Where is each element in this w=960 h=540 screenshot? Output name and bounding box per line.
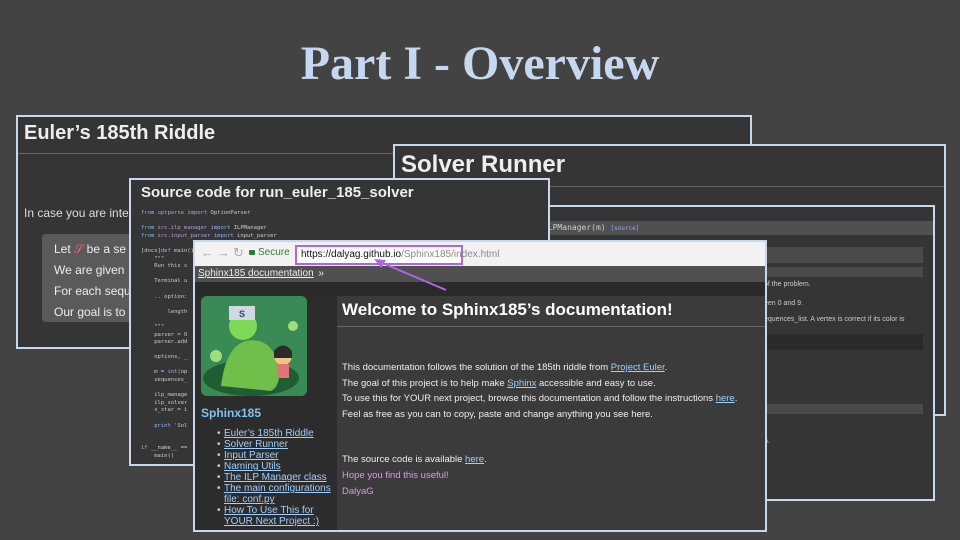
hope-text: Hope you find this useful! <box>342 470 449 481</box>
toc-item[interactable]: How To Use This for YOUR Next Project :) <box>217 505 335 527</box>
divider <box>337 326 765 327</box>
source-link[interactable]: [source] <box>610 225 639 232</box>
euler-window-title: Euler’s 185th Riddle <box>24 122 216 144</box>
header-strip <box>195 282 765 296</box>
runner-window-title: Solver Runner <box>401 151 566 178</box>
toc-item[interactable]: The main configurations file: conf.py <box>217 483 335 505</box>
code-line: from optparse import OptionParser <box>141 210 251 216</box>
source-window-title: Source code for run_euler_185_solver <box>141 184 414 201</box>
sidebar: S Sphinx185 Euler’s 185th Riddle Solver … <box>195 296 337 530</box>
doc-heading: Welcome to Sphinx185’s documentation! <box>342 300 673 319</box>
browser-window: ← → ↻ Secure https://dalyag.github.io/Sp… <box>193 240 767 532</box>
box-line: Let 𝒮 be a se <box>54 242 127 256</box>
toc-item[interactable]: Naming Utils <box>217 461 335 472</box>
toc-list: Euler’s 185th Riddle Solver Runner Input… <box>217 428 335 527</box>
ilp-text: equences_list. A vertex is correct if it… <box>764 316 905 323</box>
doc-paragraph: The source code is available here. <box>342 454 487 465</box>
toc-item[interactable]: Euler’s 185th Riddle <box>217 428 335 439</box>
slide-title: Part I - Overview <box>300 37 660 90</box>
doc-paragraph: To use this for YOUR next project, brows… <box>342 393 738 404</box>
forward-icon[interactable]: → <box>217 245 230 260</box>
browser-toolbar: ← → ↻ Secure https://dalyag.github.io/Sp… <box>195 242 765 266</box>
svg-text:S: S <box>239 309 245 319</box>
toc-item[interactable]: Solver Runner <box>217 439 335 450</box>
intro-text: In case you are inter <box>24 206 133 220</box>
box-line: We are given <box>54 263 125 277</box>
breadcrumb: Sphinx185 documentation » <box>195 266 765 282</box>
doc-paragraph: Feel as free as you can to copy, paste a… <box>342 409 653 420</box>
project-euler-link[interactable]: Project Euler <box>611 362 665 373</box>
breadcrumb-separator: » <box>318 268 324 279</box>
box-line: For each seque <box>54 284 138 298</box>
back-icon[interactable]: ← <box>201 245 214 260</box>
sphinx-link[interactable]: Sphinx <box>507 378 536 389</box>
ilp-text: een 0 and 9. <box>764 300 803 307</box>
reload-icon[interactable]: ↻ <box>233 245 244 261</box>
secure-indicator[interactable]: Secure <box>249 247 290 258</box>
author-text: DalyaG <box>342 486 374 497</box>
toc-item[interactable]: The ILP Manager class <box>217 472 335 483</box>
source-code-link[interactable]: here <box>465 454 484 465</box>
box-line: Our goal is to c <box>54 305 135 319</box>
doc-paragraph: The goal of this project is to help make… <box>342 378 656 389</box>
doc-content: Welcome to Sphinx185’s documentation! Th… <box>337 296 765 530</box>
lock-icon <box>249 249 255 255</box>
doc-paragraph: This documentation follows the solution … <box>342 362 668 373</box>
sphinx-logo[interactable]: S <box>201 296 307 396</box>
address-bar[interactable]: https://dalyag.github.io/Sphinx185/index… <box>295 245 499 265</box>
ilp-text: of the problem. <box>764 281 811 288</box>
project-name[interactable]: Sphinx185 <box>201 406 261 420</box>
breadcrumb-home-link[interactable]: Sphinx185 documentation <box>198 268 314 279</box>
instructions-link[interactable]: here <box>716 393 735 404</box>
code-line: from src.ilp_manager import ILPManager <box>141 225 267 232</box>
toc-item[interactable]: Input Parser <box>217 450 335 461</box>
